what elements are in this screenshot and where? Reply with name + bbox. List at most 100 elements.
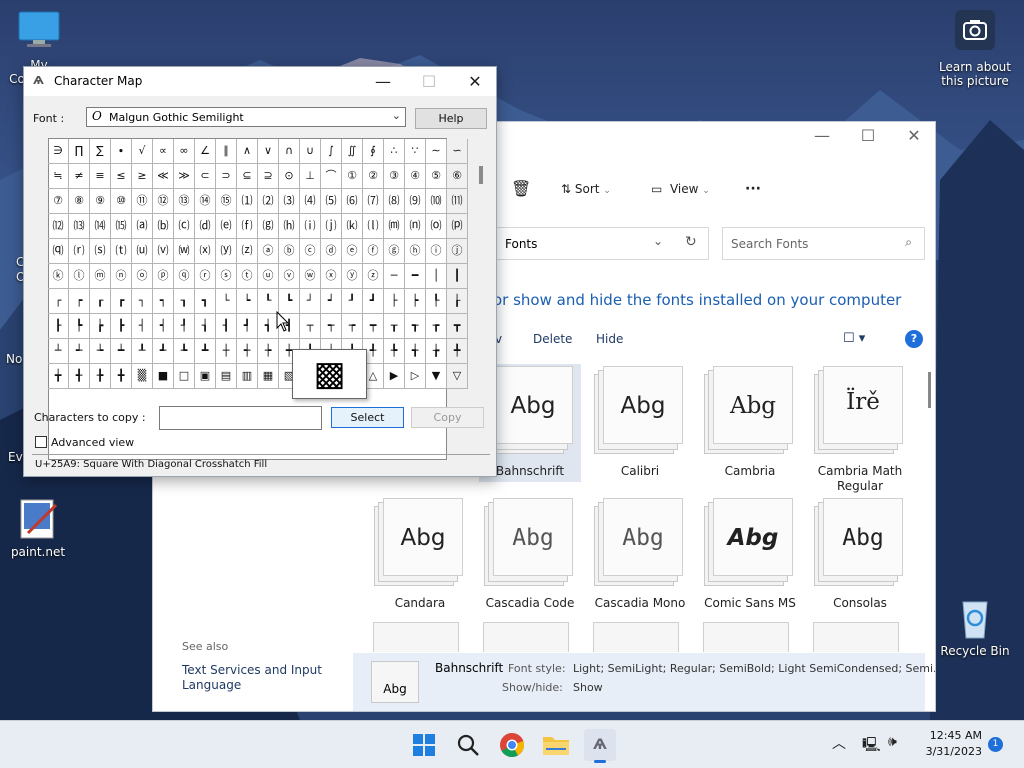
char-cell[interactable]: ⓤ xyxy=(258,264,279,289)
select-button[interactable]: Select xyxy=(331,407,404,428)
char-cell[interactable]: ⒲ xyxy=(174,239,195,264)
char-cell[interactable]: ┎ xyxy=(90,289,111,314)
char-cell[interactable]: ∪ xyxy=(300,139,321,164)
char-cell[interactable]: ⓓ xyxy=(321,239,342,264)
minimize-button[interactable]: — xyxy=(360,67,406,96)
char-cell[interactable]: ⑷ xyxy=(300,189,321,214)
char-cell[interactable]: ┴ xyxy=(48,339,69,364)
char-cell[interactable]: ⓑ xyxy=(279,239,300,264)
notification-badge[interactable]: 1 xyxy=(988,737,1003,752)
char-cell[interactable]: ▣ xyxy=(195,364,216,389)
char-cell[interactable]: ≥ xyxy=(132,164,153,189)
char-cell[interactable]: ▼ xyxy=(426,364,447,389)
char-cell[interactable]: ┘ xyxy=(300,289,321,314)
char-cell[interactable]: ┛ xyxy=(363,289,384,314)
char-cell[interactable]: ∥ xyxy=(216,139,237,164)
char-cell[interactable]: ⑿ xyxy=(48,214,69,239)
char-cell[interactable]: ⒮ xyxy=(90,239,111,264)
char-cell[interactable]: ├ xyxy=(384,289,405,314)
char-cell[interactable]: ⒟ xyxy=(195,214,216,239)
view-toggle-icon[interactable]: ☐ ▾ xyxy=(843,328,865,350)
char-cell[interactable]: ┬ xyxy=(300,314,321,339)
char-cell[interactable]: ┺ xyxy=(174,339,195,364)
char-cell[interactable]: ▥ xyxy=(237,364,258,389)
char-cell[interactable]: ∠ xyxy=(195,139,216,164)
font-tile[interactable]: Abg Cambria xyxy=(695,366,805,479)
char-cell[interactable]: ┾ xyxy=(258,339,279,364)
char-cell[interactable]: ⓟ xyxy=(153,264,174,289)
char-cell[interactable]: ⑾ xyxy=(447,189,468,214)
char-cell[interactable]: │ xyxy=(426,264,447,289)
char-cell[interactable]: ∩ xyxy=(279,139,300,164)
char-cell[interactable]: ⑴ xyxy=(237,189,258,214)
char-cell[interactable]: ⒤ xyxy=(300,214,321,239)
char-cell[interactable]: ≫ xyxy=(174,164,195,189)
char-cell[interactable]: ⒣ xyxy=(279,214,300,239)
char-cell[interactable]: ∏ xyxy=(69,139,90,164)
char-cell[interactable]: ∴ xyxy=(384,139,405,164)
char-cell[interactable]: ━ xyxy=(405,264,426,289)
scrollbar-thumb[interactable] xyxy=(479,166,483,184)
char-cell[interactable]: ┹ xyxy=(153,339,174,364)
char-cell[interactable]: ∨ xyxy=(258,139,279,164)
char-cell[interactable]: ⒵ xyxy=(237,239,258,264)
char-cell[interactable]: ┤ xyxy=(132,314,153,339)
char-cell[interactable]: ▶ xyxy=(384,364,405,389)
char-cell[interactable]: ┐ xyxy=(132,289,153,314)
char-cell[interactable]: ┻ xyxy=(195,339,216,364)
delete-command[interactable]: Delete xyxy=(533,328,572,350)
char-cell[interactable]: ⑭ xyxy=(195,189,216,214)
char-cell[interactable]: ⑬ xyxy=(174,189,195,214)
char-cell[interactable]: ⌒ xyxy=(321,164,342,189)
char-cell[interactable]: ⑺ xyxy=(363,189,384,214)
char-cell[interactable]: ⓝ xyxy=(111,264,132,289)
advanced-view-label[interactable]: Advanced view xyxy=(51,436,134,449)
more-options-button[interactable]: ··· xyxy=(745,174,761,204)
char-cell[interactable]: ┷ xyxy=(111,339,132,364)
char-cell[interactable]: ┭ xyxy=(321,314,342,339)
char-cell[interactable]: ⑮ xyxy=(216,189,237,214)
char-cell[interactable]: ┽ xyxy=(237,339,258,364)
font-tile[interactable]: Abg Comic Sans MS xyxy=(695,498,805,611)
refresh-icon[interactable]: ↻ xyxy=(685,234,697,250)
char-cell[interactable]: ≪ xyxy=(153,164,174,189)
volume-icon[interactable]: 🕪 xyxy=(888,734,897,750)
char-cell[interactable]: ③ xyxy=(384,164,405,189)
char-cell[interactable]: ┞ xyxy=(426,289,447,314)
char-cell[interactable]: ⓠ xyxy=(174,264,195,289)
char-cell[interactable]: ⓐ xyxy=(258,239,279,264)
char-cell[interactable]: ╊ xyxy=(90,364,111,389)
search-button[interactable] xyxy=(452,729,484,761)
char-cell[interactable]: ⒜ xyxy=(132,214,153,239)
char-cell[interactable]: ▦ xyxy=(258,364,279,389)
char-cell[interactable]: ▷ xyxy=(405,364,426,389)
char-cell[interactable]: ∑ xyxy=(90,139,111,164)
char-cell[interactable]: ┝ xyxy=(405,289,426,314)
char-cell[interactable]: ⒢ xyxy=(258,214,279,239)
char-cell[interactable]: ⓚ xyxy=(48,264,69,289)
char-cell[interactable]: ┌ xyxy=(48,289,69,314)
desktop-icon-recycle-bin[interactable]: Recycle Bin xyxy=(940,596,1010,658)
char-cell[interactable]: ╄ xyxy=(384,339,405,364)
char-cell[interactable]: ∽ xyxy=(447,139,468,164)
char-cell[interactable]: ⒳ xyxy=(195,239,216,264)
char-cell[interactable]: ⑪ xyxy=(132,189,153,214)
char-cell[interactable]: ⑥ xyxy=(447,164,468,189)
char-cell[interactable]: ⒨ xyxy=(384,214,405,239)
char-cell[interactable]: ⒦ xyxy=(342,214,363,239)
char-cell[interactable]: ⒀ xyxy=(69,214,90,239)
close-button[interactable]: ✕ xyxy=(891,122,935,150)
char-cell[interactable]: ▒ xyxy=(132,364,153,389)
char-cell[interactable]: ▤ xyxy=(216,364,237,389)
char-cell[interactable]: ┥ xyxy=(153,314,174,339)
char-cell[interactable]: ⑶ xyxy=(279,189,300,214)
char-cell[interactable]: ┵ xyxy=(69,339,90,364)
char-cell[interactable]: ∧ xyxy=(237,139,258,164)
char-cell[interactable]: ④ xyxy=(405,164,426,189)
char-cell[interactable]: ∮ xyxy=(363,139,384,164)
char-cell[interactable]: ⑵ xyxy=(258,189,279,214)
char-cell[interactable]: ┲ xyxy=(426,314,447,339)
char-cell[interactable]: ⑨ xyxy=(90,189,111,214)
char-cell[interactable]: ┑ xyxy=(153,289,174,314)
char-cell[interactable]: ⊇ xyxy=(258,164,279,189)
